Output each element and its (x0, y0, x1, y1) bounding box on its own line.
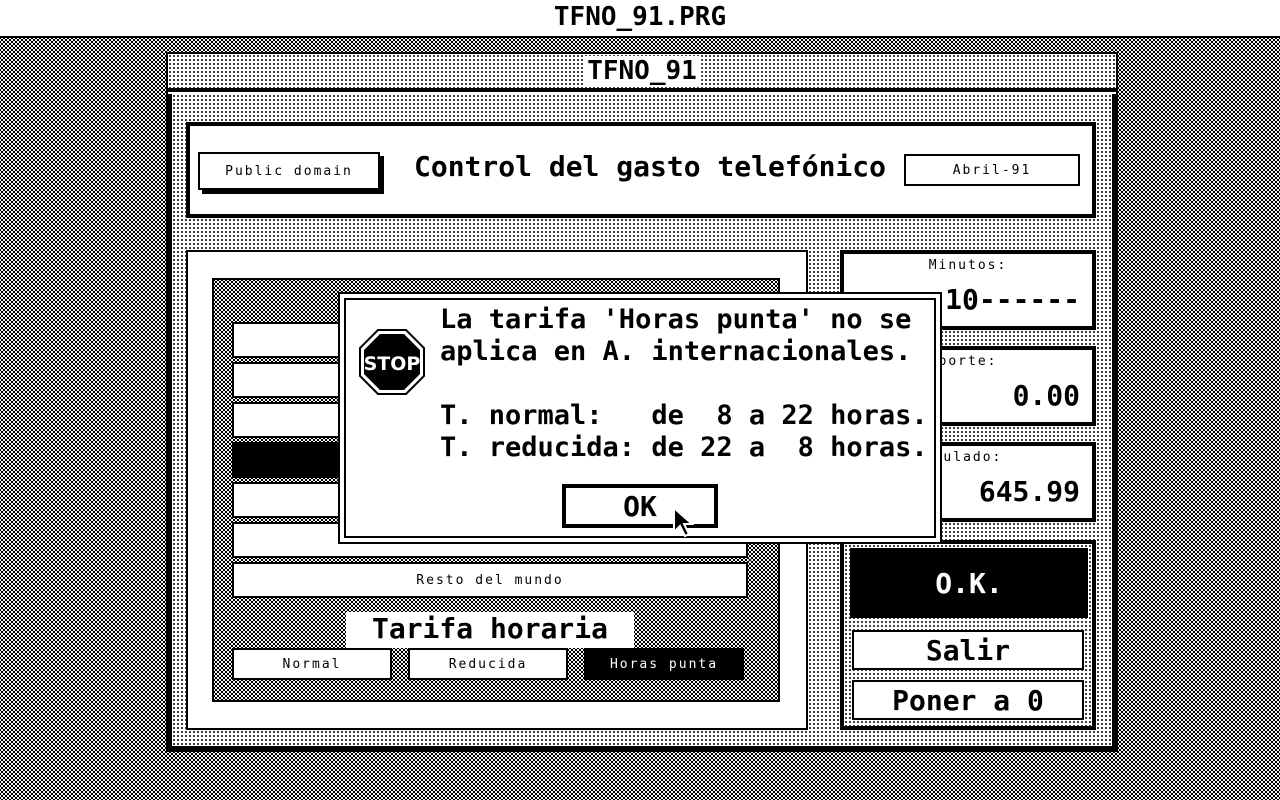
reset-button[interactable]: Poner a 0 (852, 680, 1084, 720)
alert-message-line: T. normal: de 8 a 22 horas. (440, 400, 928, 431)
stop-sign-icon: STOP (359, 329, 425, 395)
minutos-value: 10------ (945, 283, 1080, 316)
window-titlebar[interactable]: TFNO_91 (168, 54, 1116, 92)
ok-button[interactable]: O.K. (850, 548, 1088, 618)
date-label: Abril-91 (904, 154, 1080, 186)
public-domain-button[interactable]: Public domain (198, 152, 380, 190)
program-title: TFNO_91.PRG (553, 2, 727, 32)
alert-ok-button[interactable]: OK (562, 484, 718, 528)
stop-sign-text: STOP (364, 353, 421, 375)
salir-button[interactable]: Salir (852, 630, 1084, 670)
destination-item-resto-del-mundo[interactable]: Resto del mundo (232, 562, 748, 598)
page-title: Control del gasto telefónico (413, 150, 886, 183)
tarifa-normal-button[interactable]: Normal (232, 648, 392, 680)
tarifa-title: Tarifa horaria (346, 612, 634, 648)
minutos-label: Minutos: (928, 258, 1008, 273)
mouse-cursor-icon (673, 506, 694, 538)
menu-bar: TFNO_91.PRG (0, 0, 1280, 38)
tarifa-reducida-button[interactable]: Reducida (408, 648, 568, 680)
alert-message-line: T. reducida: de 22 a 8 horas. (440, 432, 928, 463)
alert-message-line: aplica en A. internacionales. (440, 336, 912, 367)
importe-value: 0.00 (1012, 379, 1080, 412)
tarifa-horas-punta-button[interactable]: Horas punta (584, 648, 744, 680)
acumulado-value: 645.99 (978, 475, 1080, 508)
window-title: TFNO_91 (583, 56, 701, 86)
alert-message-line: La tarifa 'Horas punta' no se (440, 304, 912, 335)
